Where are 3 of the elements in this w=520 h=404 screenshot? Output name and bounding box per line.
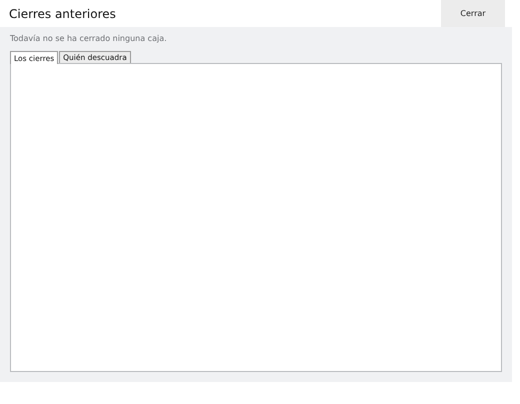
window-title: Cierres anteriores xyxy=(8,6,116,22)
empty-message: Todavía no se ha cerrado ninguna caja. xyxy=(10,33,168,45)
close-button[interactable]: Cerrar xyxy=(441,0,505,27)
